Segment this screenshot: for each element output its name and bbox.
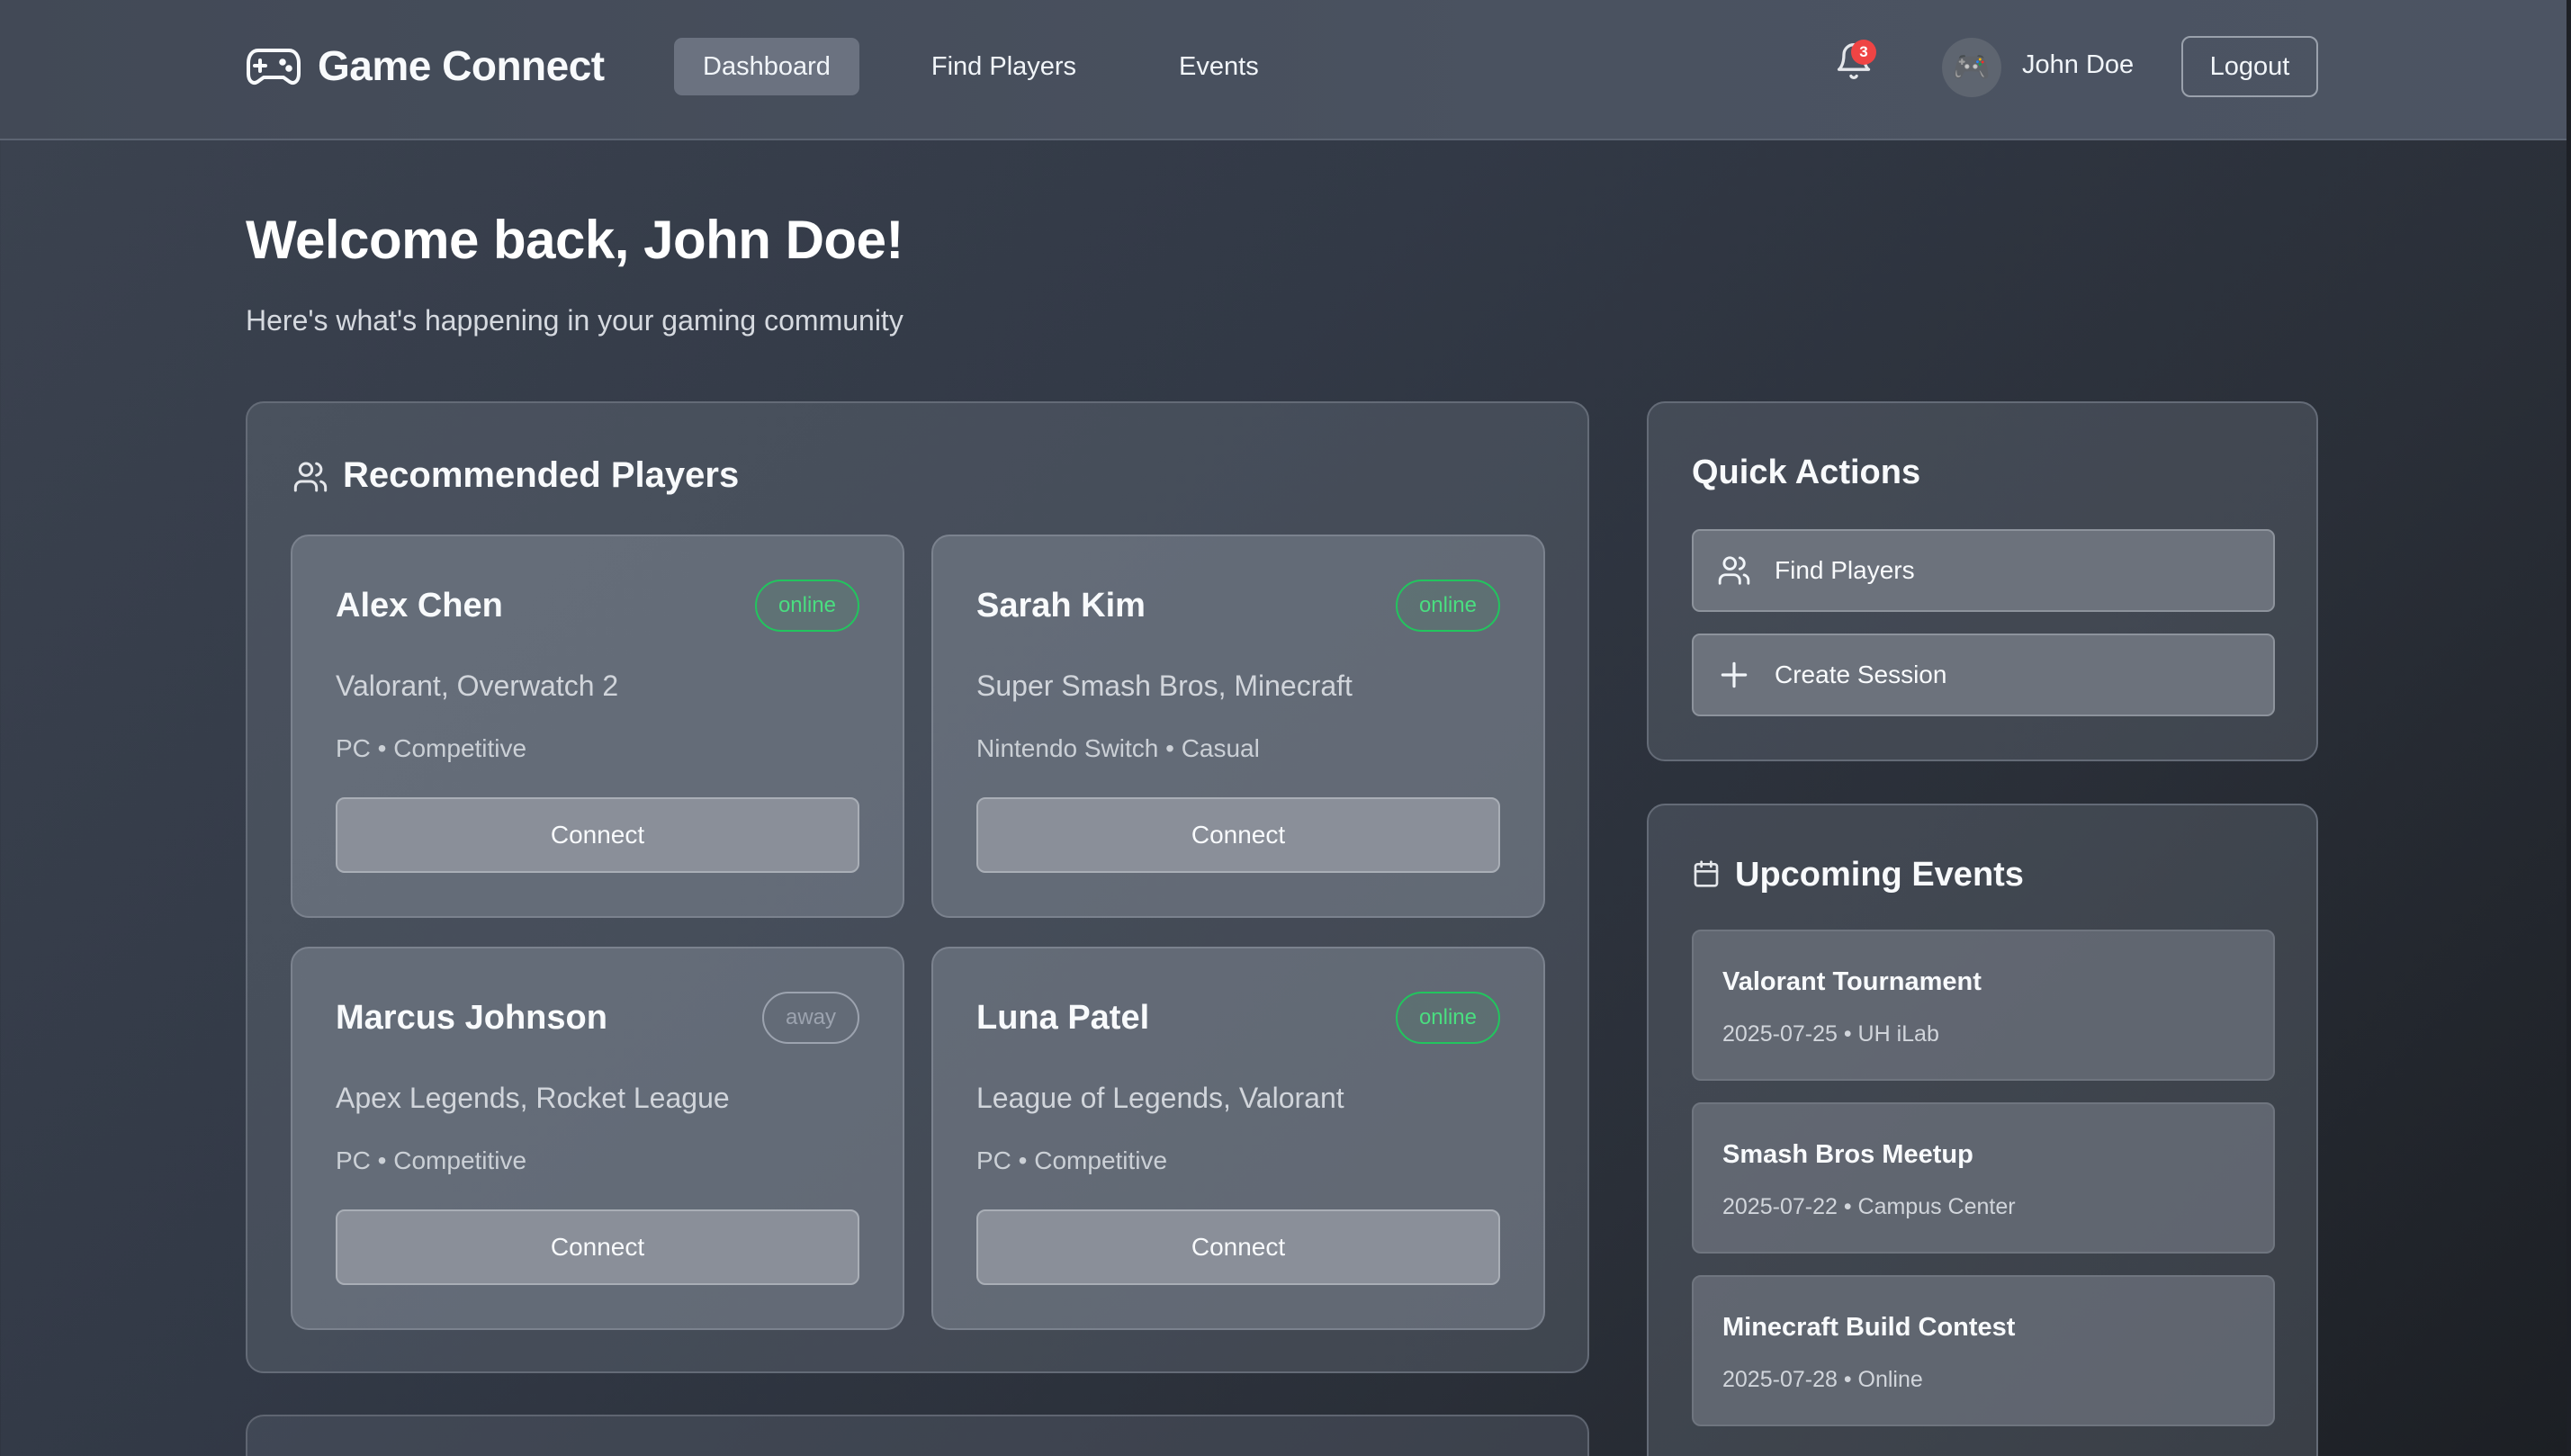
recommended-players-panel: Recommended Players Alex Chen online Val… bbox=[246, 401, 1589, 1373]
player-games: Valorant, Overwatch 2 bbox=[336, 670, 619, 702]
player-platform-style: Nintendo Switch • Casual bbox=[976, 734, 1260, 762]
top-navbar: Game Connect Dashboard Find Players Even… bbox=[0, 0, 2567, 140]
status-badge: away bbox=[761, 992, 859, 1044]
player-card: Alex Chen online Valorant, Overwatch 2 P… bbox=[291, 535, 904, 918]
status-badge: online bbox=[754, 580, 859, 632]
event-item[interactable]: Minecraft Build Contest 2025-07-28 • Onl… bbox=[1692, 1275, 2275, 1426]
connect-button[interactable]: Connect bbox=[976, 797, 1500, 873]
event-meta: 2025-07-25 • UH iLab bbox=[1722, 1021, 1939, 1047]
player-platform-style: PC • Competitive bbox=[336, 734, 527, 762]
find-players-button[interactable]: Find Players bbox=[1692, 529, 2275, 612]
event-title: Valorant Tournament bbox=[1722, 967, 1982, 996]
connect-button[interactable]: Connect bbox=[336, 797, 859, 873]
player-platform-style: PC • Competitive bbox=[976, 1146, 1168, 1174]
main-nav: Dashboard Find Players Events bbox=[674, 38, 1331, 95]
upcoming-events-title: Upcoming Events bbox=[1735, 856, 2024, 894]
player-card: Marcus Johnson away Apex Legends, Rocket… bbox=[291, 947, 904, 1330]
notification-badge: 3 bbox=[1851, 40, 1876, 65]
page-subtitle: Here's what's happening in your gaming c… bbox=[246, 304, 903, 337]
nav-events[interactable]: Events bbox=[1150, 38, 1288, 95]
upcoming-events-panel: Upcoming Events Valorant Tournament 2025… bbox=[1647, 804, 2318, 1456]
user-name[interactable]: John Doe bbox=[2022, 50, 2134, 80]
avatar[interactable]: 🎮 bbox=[1942, 38, 2001, 97]
recommended-players-title: Recommended Players bbox=[343, 455, 740, 495]
player-games: Super Smash Bros, Minecraft bbox=[976, 670, 1353, 702]
player-name: Alex Chen bbox=[336, 587, 503, 625]
event-item[interactable]: Valorant Tournament 2025-07-25 • UH iLab bbox=[1692, 930, 2275, 1081]
app-name: Game Connect bbox=[318, 42, 605, 89]
create-session-button[interactable]: Create Session bbox=[1692, 634, 2275, 716]
nav-dashboard[interactable]: Dashboard bbox=[674, 38, 859, 95]
player-card: Luna Patel online League of Legends, Val… bbox=[931, 947, 1545, 1330]
next-panel bbox=[246, 1415, 1589, 1456]
find-players-label: Find Players bbox=[1775, 556, 1915, 584]
scrollbar-track[interactable] bbox=[2567, 0, 2571, 1456]
quick-actions-title: Quick Actions bbox=[1692, 454, 1921, 491]
player-platform-style: PC • Competitive bbox=[336, 1146, 527, 1174]
player-card: Sarah Kim online Super Smash Bros, Minec… bbox=[931, 535, 1545, 918]
page-title: Welcome back, John Doe! bbox=[246, 210, 903, 270]
users-icon bbox=[293, 462, 328, 492]
event-item[interactable]: Smash Bros Meetup 2025-07-22 • Campus Ce… bbox=[1692, 1102, 2275, 1254]
player-name: Marcus Johnson bbox=[336, 999, 607, 1037]
status-badge: online bbox=[1395, 580, 1500, 632]
player-games: Apex Legends, Rocket League bbox=[336, 1082, 730, 1114]
logout-button[interactable]: Logout bbox=[2181, 36, 2318, 97]
nav-find-players[interactable]: Find Players bbox=[903, 38, 1105, 95]
connect-button[interactable]: Connect bbox=[336, 1209, 859, 1285]
event-meta: 2025-07-22 • Campus Center bbox=[1722, 1194, 2016, 1219]
status-badge: online bbox=[1395, 992, 1500, 1044]
connect-button[interactable]: Connect bbox=[976, 1209, 1500, 1285]
event-title: Minecraft Build Contest bbox=[1722, 1313, 2016, 1342]
event-title: Smash Bros Meetup bbox=[1722, 1140, 1973, 1169]
create-session-label: Create Session bbox=[1775, 661, 1947, 688]
event-meta: 2025-07-28 • Online bbox=[1722, 1367, 1923, 1392]
calendar-icon bbox=[1694, 860, 1719, 887]
plus-icon bbox=[1721, 661, 1748, 688]
quick-actions-panel: Quick Actions Find Players Create Sessio… bbox=[1647, 401, 2318, 761]
player-name: Sarah Kim bbox=[976, 587, 1146, 625]
player-name: Luna Patel bbox=[976, 999, 1150, 1037]
brand-logo[interactable]: Game Connect bbox=[246, 41, 605, 90]
player-games: League of Legends, Valorant bbox=[976, 1082, 1344, 1114]
gamepad-icon bbox=[247, 49, 301, 85]
users-icon bbox=[1718, 556, 1750, 585]
